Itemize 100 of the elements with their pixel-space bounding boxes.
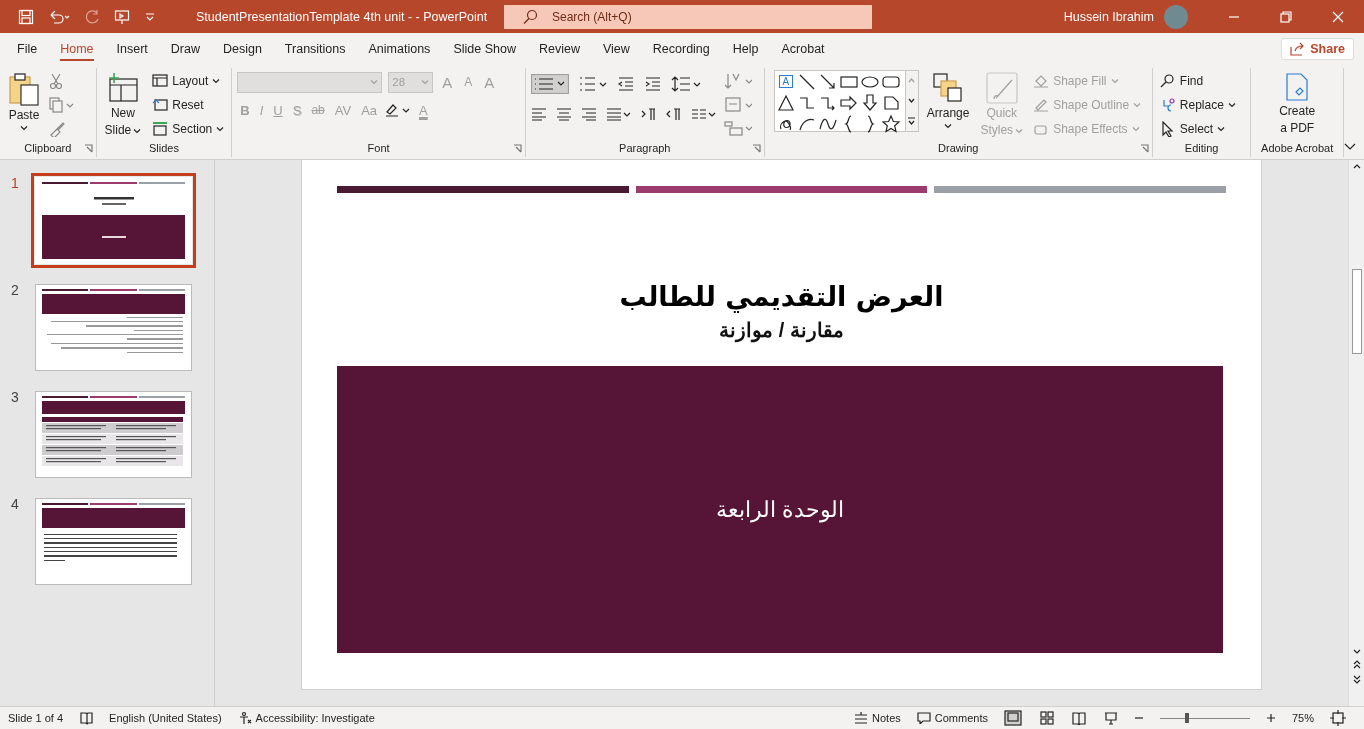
slide-show-icon[interactable] bbox=[1103, 711, 1118, 725]
copy-icon[interactable] bbox=[49, 97, 75, 113]
search-icon[interactable] bbox=[522, 8, 538, 25]
group-label: Slides bbox=[148, 141, 179, 155]
bullets-icon[interactable] bbox=[530, 74, 569, 94]
close-icon[interactable] bbox=[1332, 10, 1344, 23]
create-pdf-button[interactable]: Create a PDF bbox=[1276, 70, 1319, 138]
columns-icon[interactable] bbox=[690, 107, 717, 121]
ribbon-tab[interactable]: Draw bbox=[159, 36, 211, 62]
zoom-level-button[interactable]: 75% bbox=[1291, 712, 1314, 724]
shape-icon[interactable] bbox=[838, 93, 859, 113]
ribbon-tab[interactable]: File bbox=[6, 36, 49, 62]
slide-thumbnail[interactable] bbox=[35, 284, 192, 371]
ribbon-tab[interactable]: Recording bbox=[641, 36, 721, 62]
ribbon-tab[interactable]: Insert bbox=[105, 36, 159, 62]
reading-view-icon[interactable] bbox=[1071, 711, 1086, 725]
paste-button[interactable]: Paste bbox=[5, 70, 43, 133]
search-field[interactable]: Search (Alt+Q) bbox=[504, 4, 872, 29]
ribbon-tab[interactable]: Help bbox=[721, 36, 770, 62]
fit-to-window-icon[interactable] bbox=[1330, 710, 1346, 726]
restore-icon[interactable] bbox=[1280, 10, 1292, 23]
caret-icon[interactable] bbox=[1217, 125, 1226, 132]
dialog-launcher-icon[interactable] bbox=[512, 144, 522, 153]
dialog-launcher-icon[interactable] bbox=[751, 144, 761, 153]
ribbon-tab[interactable]: Acrobat bbox=[770, 36, 836, 62]
shape-icon[interactable] bbox=[880, 114, 901, 134]
slides-menu-button[interactable]: Section bbox=[150, 118, 227, 139]
line-spacing-icon[interactable] bbox=[670, 75, 701, 93]
accessibility-button[interactable]: Accessibility: Investigate bbox=[237, 711, 375, 725]
slide-subtitle[interactable]: مقارنة / موازنة bbox=[337, 318, 1226, 342]
slide-layout-icon bbox=[152, 97, 169, 112]
slide-title[interactable]: العرض التقديمي للطالب bbox=[337, 281, 1226, 312]
slides-menu-button[interactable]: Reset bbox=[150, 94, 227, 115]
slide-thumbnail[interactable] bbox=[35, 498, 192, 585]
comments-button[interactable]: Comments bbox=[916, 712, 988, 724]
caret-icon[interactable] bbox=[212, 77, 221, 84]
vertical-scrollbar[interactable] bbox=[1348, 160, 1364, 706]
smartart-icon[interactable] bbox=[723, 120, 752, 136]
shape-icon[interactable] bbox=[775, 93, 796, 113]
justify-icon[interactable] bbox=[605, 107, 632, 121]
slide-thumbnail[interactable] bbox=[35, 391, 192, 478]
language-button[interactable]: English (United States) bbox=[109, 712, 222, 724]
numbering-icon[interactable] bbox=[577, 75, 608, 93]
align-left-icon[interactable] bbox=[530, 107, 547, 121]
editing-button[interactable]: Select bbox=[1157, 118, 1238, 139]
format-painter-icon[interactable] bbox=[49, 121, 65, 137]
brush-icon bbox=[985, 72, 1018, 104]
text-direction-icon[interactable] bbox=[723, 72, 752, 90]
caret-icon[interactable] bbox=[133, 127, 142, 134]
left-to-right-icon[interactable] bbox=[640, 107, 657, 121]
customize-icon[interactable] bbox=[144, 10, 156, 23]
zoom-slider-thumb[interactable] bbox=[1184, 713, 1189, 723]
user-name[interactable]: Hussein Ibrahim bbox=[1063, 9, 1154, 24]
ribbon-tab[interactable]: Design bbox=[211, 36, 273, 62]
ribbon-tab[interactable]: Home bbox=[49, 36, 105, 62]
save-icon[interactable] bbox=[18, 8, 34, 25]
dialog-launcher-icon[interactable] bbox=[1139, 144, 1149, 153]
slide-sorter-icon[interactable] bbox=[1039, 711, 1054, 725]
text-box-icon[interactable]: A bbox=[778, 75, 793, 88]
ribbon-tab[interactable]: Transitions bbox=[273, 36, 357, 62]
caret-icon[interactable] bbox=[944, 123, 953, 129]
new-slide-button[interactable]: New Slide bbox=[101, 70, 145, 140]
cut-icon[interactable] bbox=[49, 73, 63, 89]
align-right-icon[interactable] bbox=[580, 107, 597, 121]
clipboard-icon bbox=[8, 72, 40, 106]
presentation-icon[interactable] bbox=[114, 8, 130, 25]
shapes-gallery[interactable]: A bbox=[773, 70, 906, 132]
caret-icon[interactable] bbox=[20, 125, 28, 131]
arrange-button[interactable]: Arrange bbox=[923, 70, 973, 131]
ribbon-tab[interactable]: Review bbox=[527, 36, 591, 62]
slide-counter: Slide 1 of 4 bbox=[8, 712, 64, 724]
share-button[interactable]: Share bbox=[1281, 38, 1354, 60]
normal-view-icon[interactable] bbox=[1003, 710, 1022, 726]
collapse-ribbon-icon[interactable] bbox=[1344, 143, 1356, 151]
group-label: Drawing bbox=[938, 141, 979, 155]
notes-icon bbox=[854, 712, 869, 724]
pdf-document-icon bbox=[1284, 72, 1311, 102]
zoom-in-icon[interactable] bbox=[1265, 713, 1276, 723]
slide-number: 2 bbox=[10, 282, 20, 298]
slides-menu-button[interactable]: Layout bbox=[150, 70, 227, 91]
block-text[interactable]: الوحدة الرابعة bbox=[715, 496, 845, 523]
ribbon-tab[interactable]: Animations bbox=[357, 36, 442, 62]
editing-button[interactable]: Replace bbox=[1157, 94, 1238, 115]
undo-icon[interactable] bbox=[48, 8, 70, 25]
caret-icon[interactable] bbox=[216, 125, 225, 132]
right-to-left-icon[interactable] bbox=[665, 107, 682, 121]
scroll-thumb[interactable] bbox=[1351, 269, 1362, 354]
dialog-launcher-icon[interactable] bbox=[83, 144, 93, 153]
notes-button[interactable]: Notes bbox=[854, 712, 901, 724]
spelling-icon[interactable] bbox=[79, 711, 94, 725]
decrease-indent-icon[interactable] bbox=[616, 76, 635, 92]
window-title: StudentPresentationTemplate 4th unit - - PowerPoint bbox=[196, 8, 489, 25]
ribbon-tab[interactable]: Slide Show bbox=[442, 36, 527, 62]
align-center-icon[interactable] bbox=[555, 107, 572, 121]
editing-button[interactable]: Find bbox=[1157, 70, 1238, 91]
zoom-slider[interactable] bbox=[1159, 712, 1250, 724]
ribbon-tab[interactable]: View bbox=[591, 36, 641, 62]
increase-indent-icon[interactable] bbox=[643, 76, 662, 92]
slide-layout-icon bbox=[152, 73, 169, 88]
caret-icon[interactable] bbox=[1227, 101, 1236, 108]
